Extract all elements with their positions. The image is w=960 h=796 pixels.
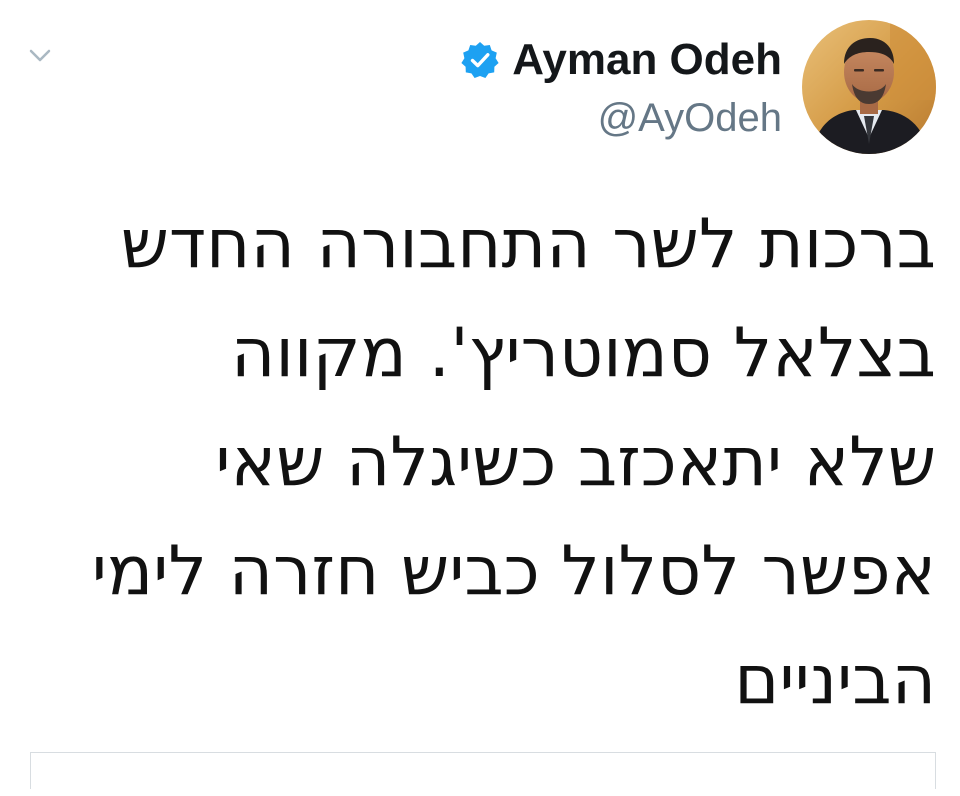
tweet-text: ברכות לשר התחבורה החדש בצלאל סמוטריץ'. מ…	[24, 190, 936, 735]
tweet-text-line: שלא יתאכזב כשיגלה שאי	[215, 423, 936, 502]
verified-badge-icon	[461, 42, 499, 78]
reply-box[interactable]	[30, 752, 936, 789]
tweet-text-line: בצלאל סמוטריץ'. מקווה	[230, 314, 936, 393]
tweet-card: Ayman Odeh @AyOdeh ברכות לשר התחבורה החד…	[0, 0, 960, 796]
tweet-menu-button[interactable]	[26, 42, 54, 70]
tweet-text-line: הביניים	[734, 641, 936, 720]
author-handle[interactable]: @AyOdeh	[598, 92, 782, 144]
author-display-name[interactable]: Ayman Odeh	[512, 34, 782, 86]
tweet-text-line: ברכות לשר התחבורה החדש	[120, 205, 936, 284]
avatar-image	[802, 20, 936, 154]
tweet-text-line: אפשר לסלול כביש חזרה לימי	[91, 532, 936, 611]
author-name-row[interactable]: Ayman Odeh	[460, 34, 782, 86]
avatar[interactable]	[802, 20, 936, 154]
tweet-header: Ayman Odeh @AyOdeh	[460, 20, 936, 156]
chevron-down-icon	[29, 49, 51, 62]
author-names: Ayman Odeh @AyOdeh	[460, 20, 782, 144]
